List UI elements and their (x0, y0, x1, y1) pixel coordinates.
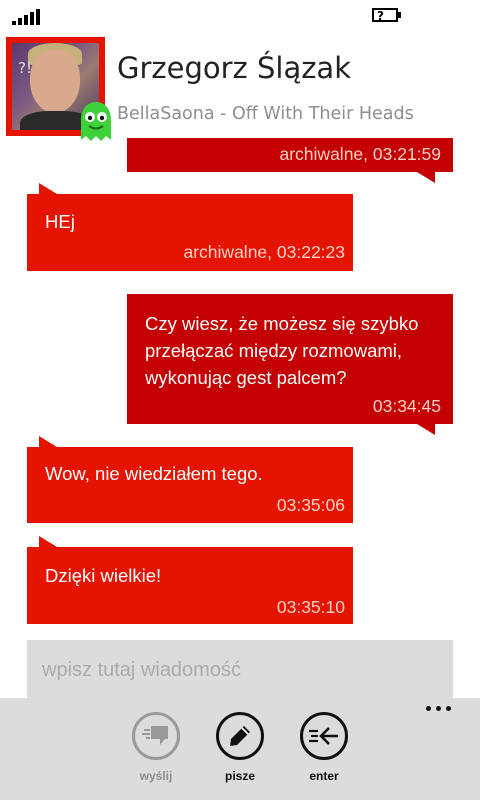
ellipsis-icon[interactable] (426, 706, 462, 716)
battery-icon: ? (372, 8, 404, 23)
message-text: HEj (45, 211, 75, 232)
message-text: Czy wiesz, że możesz się szybko przełącz… (145, 313, 419, 388)
battery-status-glyph: ? (377, 9, 384, 23)
typing-button[interactable]: pisze (205, 712, 275, 792)
message-bubble-incoming[interactable]: Dzięki wielkie! 03:35:10 (27, 536, 353, 624)
app-bar: wyślij pisze enter (0, 698, 480, 800)
message-time: archiwalne, 03:21:59 (279, 144, 442, 164)
send-icon (142, 726, 168, 745)
message-input-container (27, 640, 453, 700)
avatar-overlay-text: ?! (18, 59, 32, 77)
pencil-icon (230, 726, 250, 746)
message-time: 03:34:45 (372, 396, 441, 416)
enter-button[interactable]: enter (289, 712, 359, 792)
status-bar: ? (0, 0, 480, 32)
message-input[interactable] (27, 640, 453, 700)
typing-button-label: pisze (224, 769, 255, 783)
message-time: 03:35:06 (276, 495, 345, 515)
signal-strength-icon (12, 9, 40, 25)
enter-button-label: enter (309, 769, 339, 783)
contact-status-text: BellaSaona - Off With Their Heads (117, 104, 414, 124)
send-button-label: wyślij (139, 769, 173, 783)
message-time: 03:35:10 (276, 597, 345, 617)
message-time: archiwalne, 03:22:23 (183, 242, 346, 262)
message-bubble-incoming[interactable]: Wow, nie wiedziałem tego. 03:35:06 (27, 436, 353, 523)
message-text: Dzięki wielkie! (45, 565, 162, 586)
green-ghost-icon (81, 102, 111, 141)
message-text: Wow, nie wiedziałem tego. (45, 463, 263, 484)
contact-name: Grzegorz Ślązak (117, 51, 351, 85)
message-bubble-outgoing[interactable]: archiwalne, 03:21:59 (127, 138, 453, 183)
message-bubble-incoming[interactable]: HEj archiwalne, 03:22:23 (27, 183, 353, 271)
message-bubble-outgoing[interactable]: Czy wiesz, że możesz się szybko przełącz… (127, 294, 453, 435)
enter-icon (309, 727, 338, 745)
send-button[interactable]: wyślij (121, 712, 191, 792)
